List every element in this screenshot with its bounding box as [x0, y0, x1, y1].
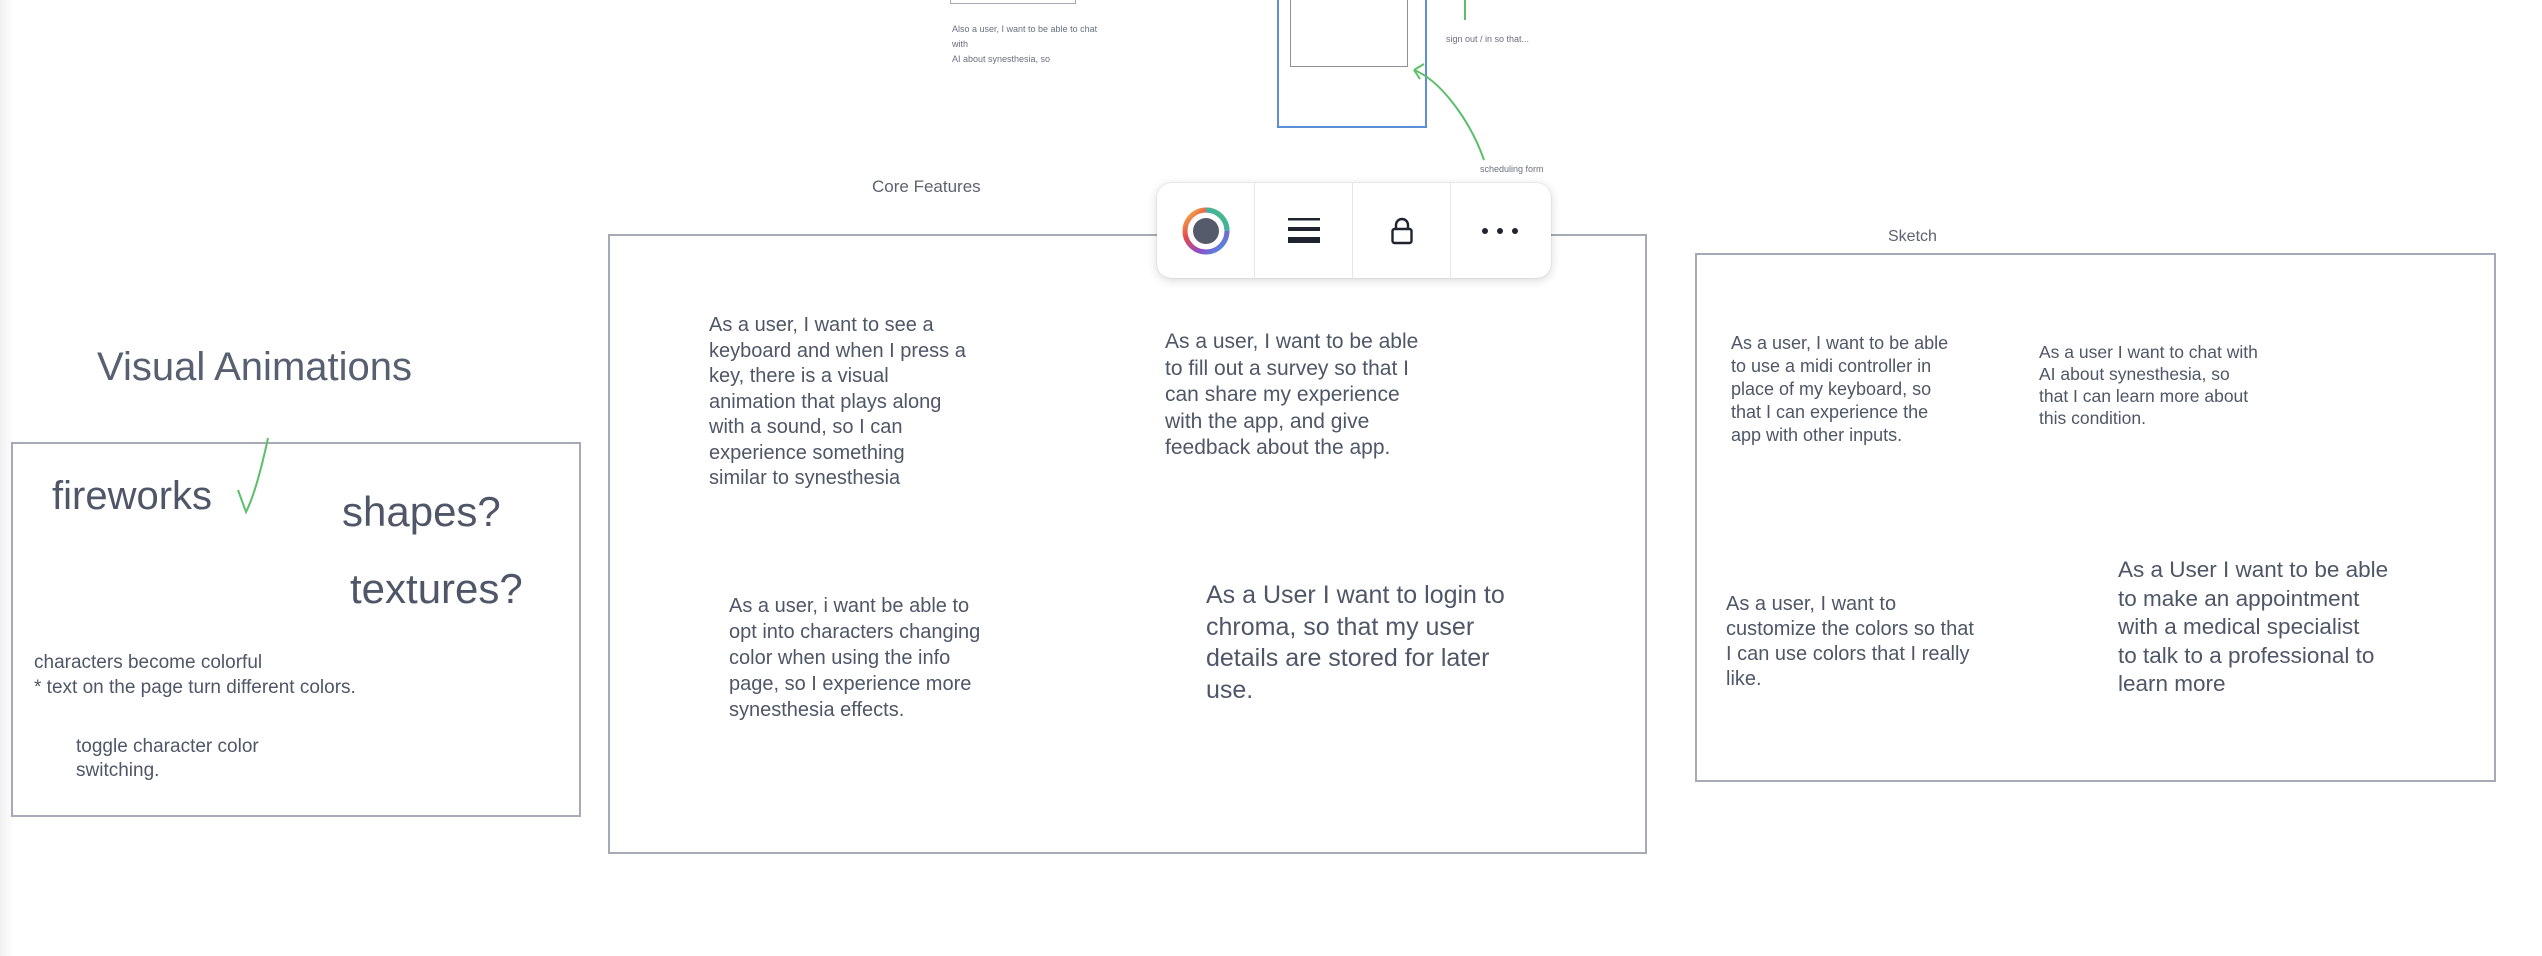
inner-sketch-box[interactable]: [1290, 0, 1408, 67]
story-login-chroma[interactable]: As a User I want to login to chroma, so …: [1206, 580, 1566, 706]
more-options-button[interactable]: [1451, 183, 1549, 278]
ellipsis-icon: [1482, 227, 1518, 234]
top-small-frame[interactable]: [950, 0, 1076, 4]
top-left-fragment-text: Also a user, I want to be able to chat w…: [952, 24, 1098, 64]
green-annotation-arrow: [1413, 0, 1485, 161]
core-features-label: Core Features: [872, 177, 981, 196]
selection-toolbar: [1157, 183, 1551, 278]
toggle-color-note[interactable]: toggle character color switching.: [76, 735, 376, 783]
story-survey-feedback[interactable]: As a user, I want to be able to fill out…: [1165, 329, 1485, 462]
color-wheel-icon: [1182, 207, 1229, 254]
lock-button[interactable]: [1353, 183, 1451, 278]
story-keyboard-animation[interactable]: As a user, I want to see a keyboard and …: [709, 313, 1009, 492]
checkmark-stroke: [237, 437, 269, 515]
sketch-label: Sketch: [1888, 228, 1937, 245]
story-character-colors[interactable]: As a user, i want be able to opt into ch…: [729, 593, 1049, 723]
shapes-label[interactable]: shapes?: [342, 488, 501, 536]
story-customize-colors[interactable]: As a user, I want to customize the color…: [1726, 592, 2036, 692]
visual-animations-title[interactable]: Visual Animations: [97, 345, 412, 390]
color-picker-button[interactable]: [1157, 183, 1255, 278]
lock-icon: [1390, 217, 1413, 244]
line-weight-icon: [1287, 217, 1320, 243]
story-midi-controller[interactable]: As a user, I want to be able to use a mi…: [1731, 332, 2021, 447]
story-medical-appointment[interactable]: As a User I want to be able to make an a…: [2118, 556, 2438, 699]
textures-label[interactable]: textures?: [350, 565, 523, 613]
fireworks-label[interactable]: fireworks: [52, 474, 212, 519]
stroke-style-button[interactable]: [1255, 183, 1353, 278]
whiteboard-canvas[interactable]: Also a user, I want to be able to chat w…: [0, 0, 2542, 956]
scheduling-form-label: scheduling form: [1480, 164, 1544, 174]
characters-colorful-note[interactable]: characters become colorful * text on the…: [34, 650, 554, 700]
story-ai-chat[interactable]: As a user I want to chat with AI about s…: [2039, 341, 2329, 429]
